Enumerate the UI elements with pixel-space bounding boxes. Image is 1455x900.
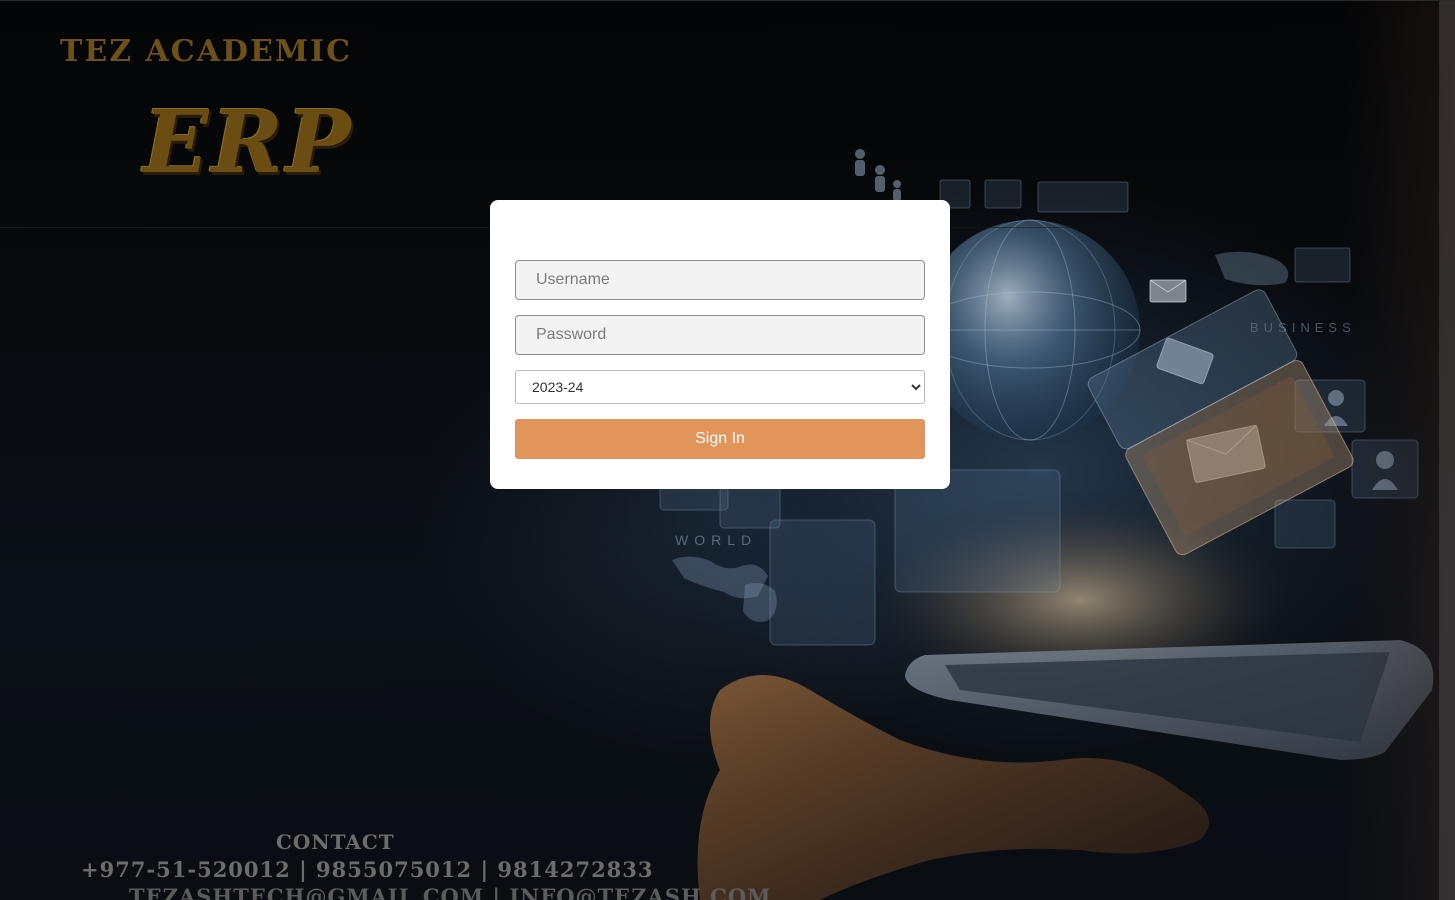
session-select[interactable]: 2023-24 [515,370,925,404]
contact-phones: +977-51-520012 | 9855075012 | 9814272833 [81,857,654,882]
contact-heading: CONTACT [276,830,395,854]
brand-logo-text: ERP [143,92,354,193]
contact-emails: TEZASHTECH@GMAIL.COM | INFO@TEZASH.COM [129,884,772,900]
login-page: WORLD BUSINESS TEZ ACADEMIC ERP Username… [0,0,1455,900]
right-edge-strip [1439,0,1455,900]
sign-in-button[interactable]: Sign In [515,419,925,459]
world-label: WORLD [675,532,757,548]
username-input[interactable] [515,260,925,300]
login-card: 2023-24 Sign In [490,200,950,489]
password-input[interactable] [515,315,925,355]
brand-title: TEZ ACADEMIC [60,34,352,69]
top-border [0,0,1455,1]
